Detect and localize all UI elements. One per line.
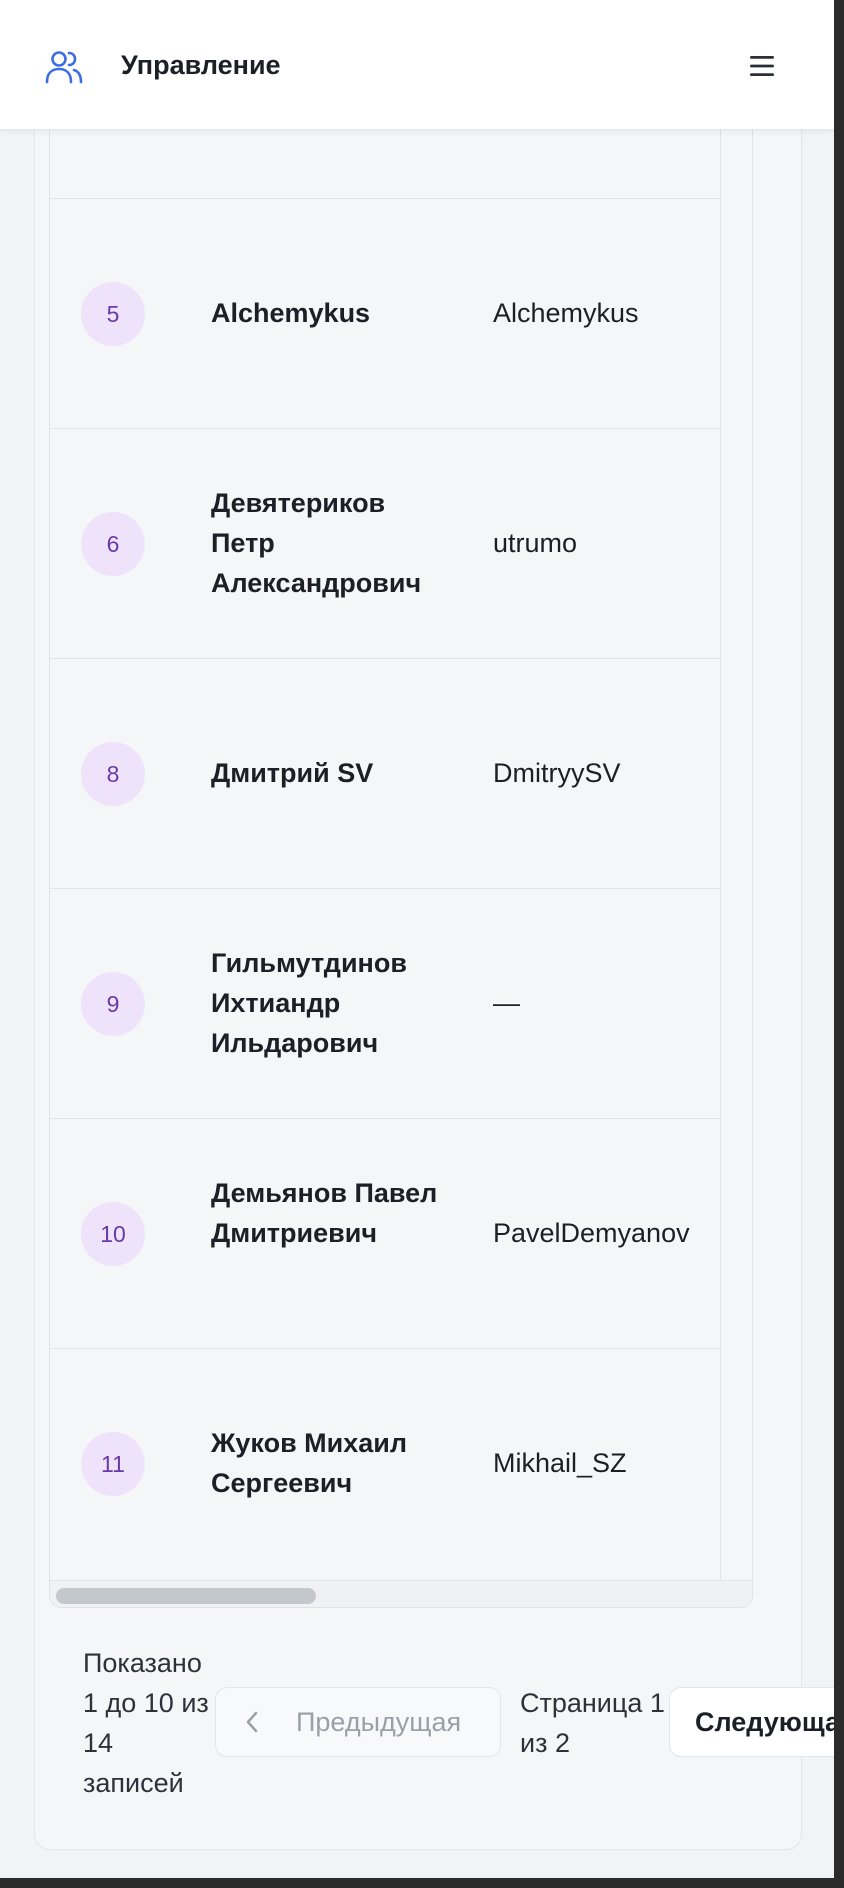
hamburger-menu-icon[interactable] xyxy=(744,50,780,82)
user-name: Alchemykus xyxy=(211,298,371,328)
row-number-badge: 5 xyxy=(81,282,145,346)
window-edge xyxy=(834,0,844,1888)
page-title: Управление xyxy=(121,50,281,80)
horizontal-scrollbar[interactable] xyxy=(50,1580,752,1607)
user-name: Гильмутдинов Ихтиандр Ильдарович xyxy=(211,948,407,1058)
user-login: Mikhail_SZ xyxy=(493,1448,627,1478)
table-row[interactable]: 8 Дмитрий SV DmitryySV xyxy=(50,658,720,888)
row-number-badge: 9 xyxy=(81,972,145,1036)
app-header: Управление xyxy=(0,0,834,130)
row-number-badge: 11 xyxy=(81,1432,145,1496)
table-row[interactable]: 5 Alchemykus Alchemykus xyxy=(50,198,720,428)
user-name: Девятериков Петр Александрович xyxy=(211,488,422,598)
table-row[interactable]: 11 Жуков Михаил Сергеевич Mikhail_SZ xyxy=(50,1348,720,1578)
table-row[interactable]: 6 Девятериков Петр Александрович utrumo xyxy=(50,428,720,658)
chevron-left-icon xyxy=(246,1711,258,1733)
row-number-badge: 10 xyxy=(81,1202,145,1266)
app-viewport: 5 Alchemykus Alchemykus 6 Девятериков Пе… xyxy=(0,0,834,1878)
next-page-label: Следующая xyxy=(695,1706,834,1737)
user-login: PavelDemyanov xyxy=(493,1218,690,1248)
row-number-badge: 6 xyxy=(81,512,145,576)
user-login: — xyxy=(493,988,520,1018)
row-number-badge: 8 xyxy=(81,742,145,806)
previous-page-label: Предыдущая xyxy=(296,1706,462,1737)
users-icon xyxy=(45,51,83,84)
records-info: Показано 1 до 10 из 14 записей xyxy=(83,1648,209,1798)
table-row[interactable]: 10 Демьянов Павел Дмитриевич PavelDemyan… xyxy=(50,1118,720,1348)
user-login: Alchemykus xyxy=(493,298,639,328)
table-row[interactable]: 9 Гильмутдинов Ихтиандр Ильдарович — xyxy=(50,888,720,1118)
scrollbar-thumb[interactable] xyxy=(56,1588,316,1604)
user-name: Дмитрий SV xyxy=(211,758,374,788)
user-login: utrumo xyxy=(493,528,578,558)
window-edge xyxy=(0,1878,844,1888)
next-page-button[interactable]: Следующая xyxy=(669,1687,834,1757)
user-login: DmitryySV xyxy=(493,758,621,788)
previous-page-button[interactable]: Предыдущая xyxy=(215,1687,501,1757)
users-table[interactable]: 5 Alchemykus Alchemykus 6 Девятериков Пе… xyxy=(49,60,753,1608)
page-indicator: Страница 1 из 2 xyxy=(520,1688,665,1758)
user-name: Жуков Михаил Сергеевич xyxy=(211,1428,408,1498)
user-name: Демьянов Павел Дмитриевич xyxy=(211,1178,438,1248)
table-column-edge xyxy=(720,60,721,1580)
